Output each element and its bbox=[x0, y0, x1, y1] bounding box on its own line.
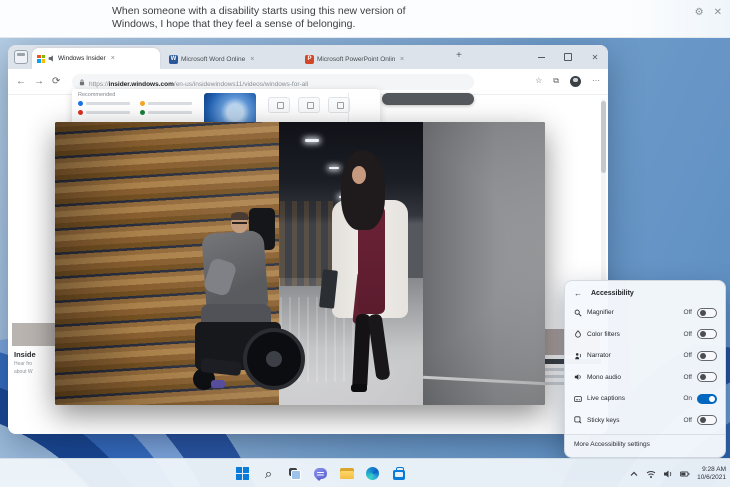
tab-strip: Windows Insider × W Microsoft Word Onlin… bbox=[8, 45, 608, 69]
back-button[interactable]: ← bbox=[16, 75, 26, 88]
more-accessibility-settings-link[interactable]: More Accessibility settings bbox=[565, 434, 725, 448]
row-sticky-keys: Sticky keys Off bbox=[565, 410, 725, 432]
row-mono-audio: Mono audio Off bbox=[565, 367, 725, 389]
windows-insider-icon bbox=[37, 54, 45, 63]
narrator-toggle[interactable] bbox=[697, 350, 717, 361]
card-text: Hear fro bbox=[14, 361, 33, 367]
suggestion-action-button[interactable] bbox=[268, 97, 290, 113]
page-dark-button[interactable] bbox=[382, 93, 474, 105]
file-explorer-icon[interactable] bbox=[338, 465, 355, 482]
favorites-icon[interactable]: ☆ bbox=[535, 75, 542, 87]
task-view-icon[interactable] bbox=[286, 465, 303, 482]
close-icon[interactable]: ✕ bbox=[714, 8, 722, 18]
mono-audio-toggle[interactable] bbox=[697, 372, 717, 383]
color-filters-toggle[interactable] bbox=[697, 329, 717, 340]
row-color-filters: Color filters Off bbox=[565, 324, 725, 346]
magnifier-icon bbox=[574, 309, 587, 317]
start-icon[interactable] bbox=[234, 465, 251, 482]
chat-icon[interactable] bbox=[312, 465, 329, 482]
more-menu-icon[interactable]: ··· bbox=[592, 75, 600, 87]
edge-icon[interactable] bbox=[364, 465, 381, 482]
clock-date: 10/6/2021 bbox=[697, 473, 726, 481]
panel-title: Accessibility bbox=[591, 290, 634, 297]
page-card-image bbox=[12, 323, 57, 346]
desktop: When someone with a disability starts us… bbox=[0, 0, 730, 487]
tab-close-icon[interactable]: × bbox=[250, 56, 254, 63]
maximize-button[interactable] bbox=[561, 50, 575, 64]
minimize-button[interactable] bbox=[534, 50, 548, 64]
back-icon[interactable]: ← bbox=[574, 289, 582, 298]
volume-icon[interactable] bbox=[663, 469, 673, 479]
new-tab-button[interactable]: + bbox=[456, 51, 462, 61]
tab-actions-button[interactable] bbox=[14, 50, 28, 64]
tab-label: Microsoft Word Online bbox=[181, 55, 246, 63]
row-live-captions: Live captions On bbox=[565, 388, 725, 410]
profile-avatar[interactable] bbox=[570, 75, 581, 87]
tab-label: Windows Insider bbox=[58, 55, 106, 62]
tab-label: Microsoft PowerPoint Online bbox=[317, 55, 395, 63]
sticky-keys-icon bbox=[574, 416, 587, 424]
video-player[interactable] bbox=[55, 122, 545, 405]
tab-windows-insider[interactable]: Windows Insider × bbox=[32, 48, 160, 69]
suggestion-action-button[interactable] bbox=[328, 97, 350, 113]
caption-line-2: Windows, I hope that they feel a sense o… bbox=[112, 18, 356, 30]
taskbar: ⌕ 9:28 AM 10/6/2021 bbox=[0, 458, 730, 487]
mono-audio-icon bbox=[574, 373, 587, 381]
clock-time: 9:28 AM bbox=[702, 465, 726, 473]
row-narrator: Narrator Off bbox=[565, 345, 725, 367]
page-inside-card[interactable]: Inside Hear fro about W bbox=[12, 347, 57, 417]
lock-icon bbox=[79, 79, 85, 85]
collections-icon[interactable]: ⧉ bbox=[553, 75, 559, 87]
url-path: /en-us/insidewindows11/videos/windows-fo… bbox=[173, 81, 309, 88]
video-frame bbox=[55, 122, 545, 405]
magnifier-toggle[interactable] bbox=[697, 307, 717, 318]
taskbar-clock[interactable]: 9:28 AM 10/6/2021 bbox=[697, 466, 726, 482]
store-icon[interactable] bbox=[390, 465, 407, 482]
suggestion-item[interactable] bbox=[78, 101, 130, 106]
live-captions-toggle[interactable] bbox=[697, 393, 717, 404]
windows11-thumbnail[interactable] bbox=[204, 93, 256, 125]
tab-close-icon[interactable]: × bbox=[111, 55, 115, 62]
live-captions-icon bbox=[574, 395, 587, 403]
url-domain: insider.windows.com bbox=[108, 81, 174, 88]
powerpoint-icon: P bbox=[305, 54, 314, 64]
url-scheme: https:// bbox=[89, 81, 109, 88]
suggestion-item[interactable] bbox=[78, 110, 130, 115]
refresh-button[interactable]: ⟳ bbox=[52, 75, 60, 88]
word-icon: W bbox=[169, 54, 178, 64]
tab-word-online[interactable]: W Microsoft Word Online × bbox=[164, 49, 296, 69]
sticky-keys-toggle[interactable] bbox=[697, 415, 717, 426]
card-title: Inside bbox=[14, 350, 36, 359]
narrator-icon bbox=[574, 352, 587, 360]
forward-button[interactable]: → bbox=[34, 75, 44, 88]
gear-icon[interactable]: ⚙ bbox=[695, 8, 704, 18]
tab-powerpoint-online[interactable]: P Microsoft PowerPoint Online × bbox=[300, 49, 448, 69]
suggestion-action-button[interactable] bbox=[298, 97, 320, 113]
live-caption-text: When someone with a disability starts us… bbox=[112, 5, 406, 31]
tray-chevron-icon[interactable] bbox=[629, 469, 639, 479]
color-filters-icon bbox=[574, 330, 587, 338]
wifi-icon[interactable] bbox=[646, 469, 656, 479]
card-text: about W bbox=[14, 369, 33, 375]
suggestion-item[interactable] bbox=[140, 110, 192, 115]
accessibility-panel: ← Accessibility Magnifier Off Color filt… bbox=[564, 280, 726, 458]
search-icon[interactable]: ⌕ bbox=[260, 465, 277, 482]
row-magnifier: Magnifier Off bbox=[565, 302, 725, 324]
live-captions-bar: When someone with a disability starts us… bbox=[0, 0, 730, 38]
tab-close-icon[interactable]: × bbox=[400, 56, 404, 63]
window-close-button[interactable]: ✕ bbox=[588, 50, 602, 64]
tab-audio-icon bbox=[48, 55, 53, 62]
suggestion-item[interactable] bbox=[140, 101, 192, 106]
address-bar[interactable]: https://insider.windows.com/en-us/inside… bbox=[72, 74, 474, 90]
caption-line-1: When someone with a disability starts us… bbox=[112, 5, 406, 17]
battery-icon[interactable] bbox=[680, 469, 690, 479]
